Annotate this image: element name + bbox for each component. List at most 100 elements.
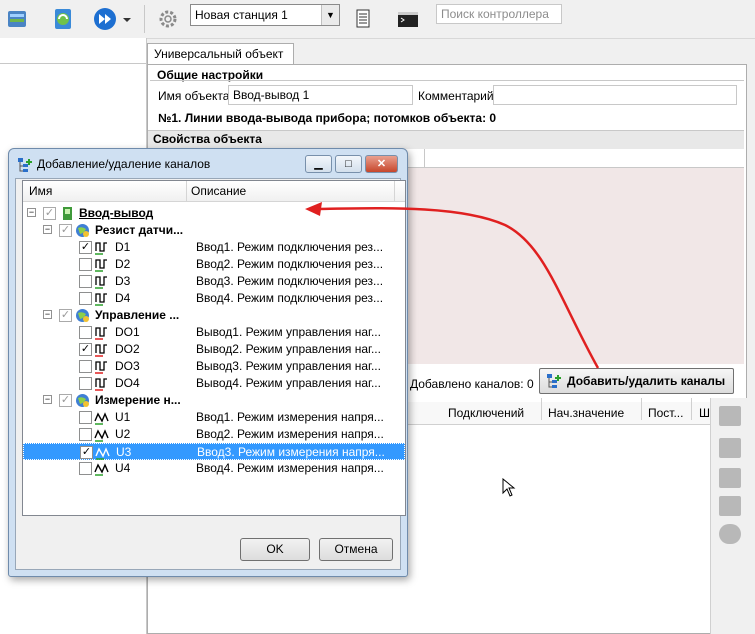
tree-add-icon — [18, 158, 32, 172]
globe-icon — [75, 308, 90, 323]
channel-description: Ввод4. Режим подключения рез... — [196, 291, 384, 305]
channel-name: U3 — [116, 445, 132, 459]
comment-field[interactable] — [493, 85, 737, 105]
tree-icon[interactable] — [719, 406, 741, 426]
output-icon — [94, 325, 109, 340]
tree-add-icon — [547, 374, 561, 388]
channel-description: Вывод1. Режим управления наг... — [196, 325, 381, 339]
sync-icon[interactable] — [50, 6, 76, 32]
channel-name: U1 — [115, 410, 131, 424]
channel-checkbox[interactable]: ✓ — [80, 446, 93, 459]
channel-row[interactable]: D3 Ввод3. Режим подключения рез... — [23, 273, 405, 290]
terminal-icon[interactable] — [395, 6, 421, 32]
search-input[interactable]: Поиск контроллера — [436, 4, 562, 24]
tag-icon[interactable] — [719, 468, 741, 488]
column-header[interactable]: Ш — [699, 406, 710, 420]
collapse-icon[interactable]: − — [27, 208, 36, 217]
channel-checkbox[interactable] — [79, 360, 92, 373]
root-checkbox[interactable]: ✓ — [43, 207, 56, 220]
channel-checkbox[interactable]: ✓ — [79, 241, 92, 254]
tree-root[interactable]: − ✓ Ввод-вывод — [23, 205, 405, 222]
channel-row[interactable]: DO4 Вывод4. Режим управления наг... — [23, 375, 405, 392]
maximize-button[interactable]: □ — [335, 155, 362, 173]
channel-checkbox[interactable] — [79, 258, 92, 271]
channel-row[interactable]: DO3 Вывод3. Режим управления наг... — [23, 358, 405, 375]
tree-group[interactable]: − ✓ Измерение н... — [23, 392, 405, 409]
collapse-icon[interactable]: − — [43, 395, 52, 404]
toolbar: Новая станция 1 ▼ Поиск контроллера — [0, 0, 755, 39]
channel-row[interactable]: D2 Ввод2. Режим подключения рез... — [23, 256, 405, 273]
channel-checkbox[interactable] — [79, 275, 92, 288]
channel-description: Ввод1. Режим подключения рез... — [196, 240, 384, 254]
channel-name: D3 — [115, 274, 131, 288]
tree-group-label: Управление ... — [95, 308, 180, 322]
tree-group-label: Измерение н... — [95, 393, 181, 407]
column-header-description[interactable]: Описание — [191, 184, 246, 198]
column-header-name[interactable]: Имя — [29, 184, 52, 198]
channel-row[interactable]: U4 Ввод4. Режим измерения напря... — [23, 460, 405, 477]
channel-checkbox[interactable] — [79, 428, 92, 441]
capsule-icon[interactable] — [719, 524, 741, 544]
right-toolbar — [710, 398, 748, 634]
input-icon — [94, 240, 109, 255]
database-icon[interactable] — [4, 6, 30, 32]
channel-checkbox[interactable] — [79, 292, 92, 305]
channel-name: U2 — [115, 427, 131, 441]
chevron-down-icon[interactable] — [120, 6, 134, 32]
channel-row[interactable]: U1 Ввод1. Режим измерения напря... — [23, 409, 405, 426]
group-checkbox[interactable]: ✓ — [59, 394, 72, 407]
object-name-field[interactable]: Ввод-вывод 1 — [228, 85, 413, 105]
group-checkbox[interactable]: ✓ — [59, 224, 72, 237]
column-header[interactable]: Нач.значение — [548, 406, 624, 420]
input-icon — [94, 274, 109, 289]
station-select-value: Новая станция 1 — [195, 8, 288, 22]
plug-icon[interactable] — [719, 438, 741, 458]
station-select[interactable]: Новая станция 1 ▼ — [190, 4, 340, 26]
channel-name: U4 — [115, 461, 131, 475]
column-header[interactable]: Подключений — [448, 406, 524, 420]
channel-checkbox[interactable] — [79, 377, 92, 390]
tree-group[interactable]: − ✓ Резист датчи... — [23, 222, 405, 239]
document-icon[interactable] — [350, 6, 376, 32]
input-icon — [94, 291, 109, 306]
channel-row[interactable]: ✓ U3 Ввод3. Режим измерения напря... — [23, 443, 405, 460]
channel-description: Ввод3. Режим подключения рез... — [196, 274, 384, 288]
close-button[interactable]: ✕ — [365, 155, 398, 173]
tree-group[interactable]: − ✓ Управление ... — [23, 307, 405, 324]
chevron-down-icon[interactable]: ▼ — [321, 5, 339, 25]
tree-group-label: Резист датчи... — [95, 223, 184, 237]
comment-label: Комментарий — [418, 89, 494, 103]
table-icon[interactable] — [719, 496, 741, 516]
collapse-icon[interactable]: − — [43, 225, 52, 234]
channel-description: Ввод3. Режим измерения напря... — [197, 445, 385, 459]
channel-row[interactable]: D4 Ввод4. Режим подключения рез... — [23, 290, 405, 307]
tab-universal-object[interactable]: Универсальный объект — [147, 43, 294, 65]
ok-button[interactable]: OK — [240, 538, 310, 561]
channel-name: D2 — [115, 257, 131, 271]
tree-header: Имя Описание — [23, 181, 405, 202]
channel-description: Ввод2. Режим подключения рез... — [196, 257, 384, 271]
channel-description: Вывод3. Режим управления наг... — [196, 359, 381, 373]
channel-checkbox[interactable] — [79, 462, 92, 475]
minimize-button[interactable]: ▁ — [305, 155, 332, 173]
channel-row[interactable]: ✓ DO2 Вывод2. Режим управления наг... — [23, 341, 405, 358]
channel-row[interactable]: DO1 Вывод1. Режим управления наг... — [23, 324, 405, 341]
channel-checkbox[interactable]: ✓ — [79, 343, 92, 356]
add-remove-channels-button[interactable]: Добавить/удалить каналы — [539, 368, 734, 394]
channel-checkbox[interactable] — [79, 411, 92, 424]
group-checkbox[interactable]: ✓ — [59, 309, 72, 322]
collapse-icon[interactable]: − — [43, 310, 52, 319]
column-header[interactable]: Пост... — [648, 406, 683, 420]
input-icon — [94, 257, 109, 272]
globe-icon — [75, 223, 90, 238]
object-name-label: Имя объекта — [158, 89, 230, 103]
channel-row[interactable]: ✓ D1 Ввод1. Режим подключения рез... — [23, 239, 405, 256]
channel-checkbox[interactable] — [79, 326, 92, 339]
cancel-button[interactable]: Отмена — [319, 538, 393, 561]
channel-description: Ввод4. Режим измерения напря... — [196, 461, 384, 475]
channel-row[interactable]: U2 Ввод2. Режим измерения напря... — [23, 426, 405, 443]
gear-icon[interactable] — [155, 6, 181, 32]
voltage-icon — [94, 427, 109, 442]
fast-forward-icon[interactable] — [92, 6, 118, 32]
channel-name: D4 — [115, 291, 131, 305]
